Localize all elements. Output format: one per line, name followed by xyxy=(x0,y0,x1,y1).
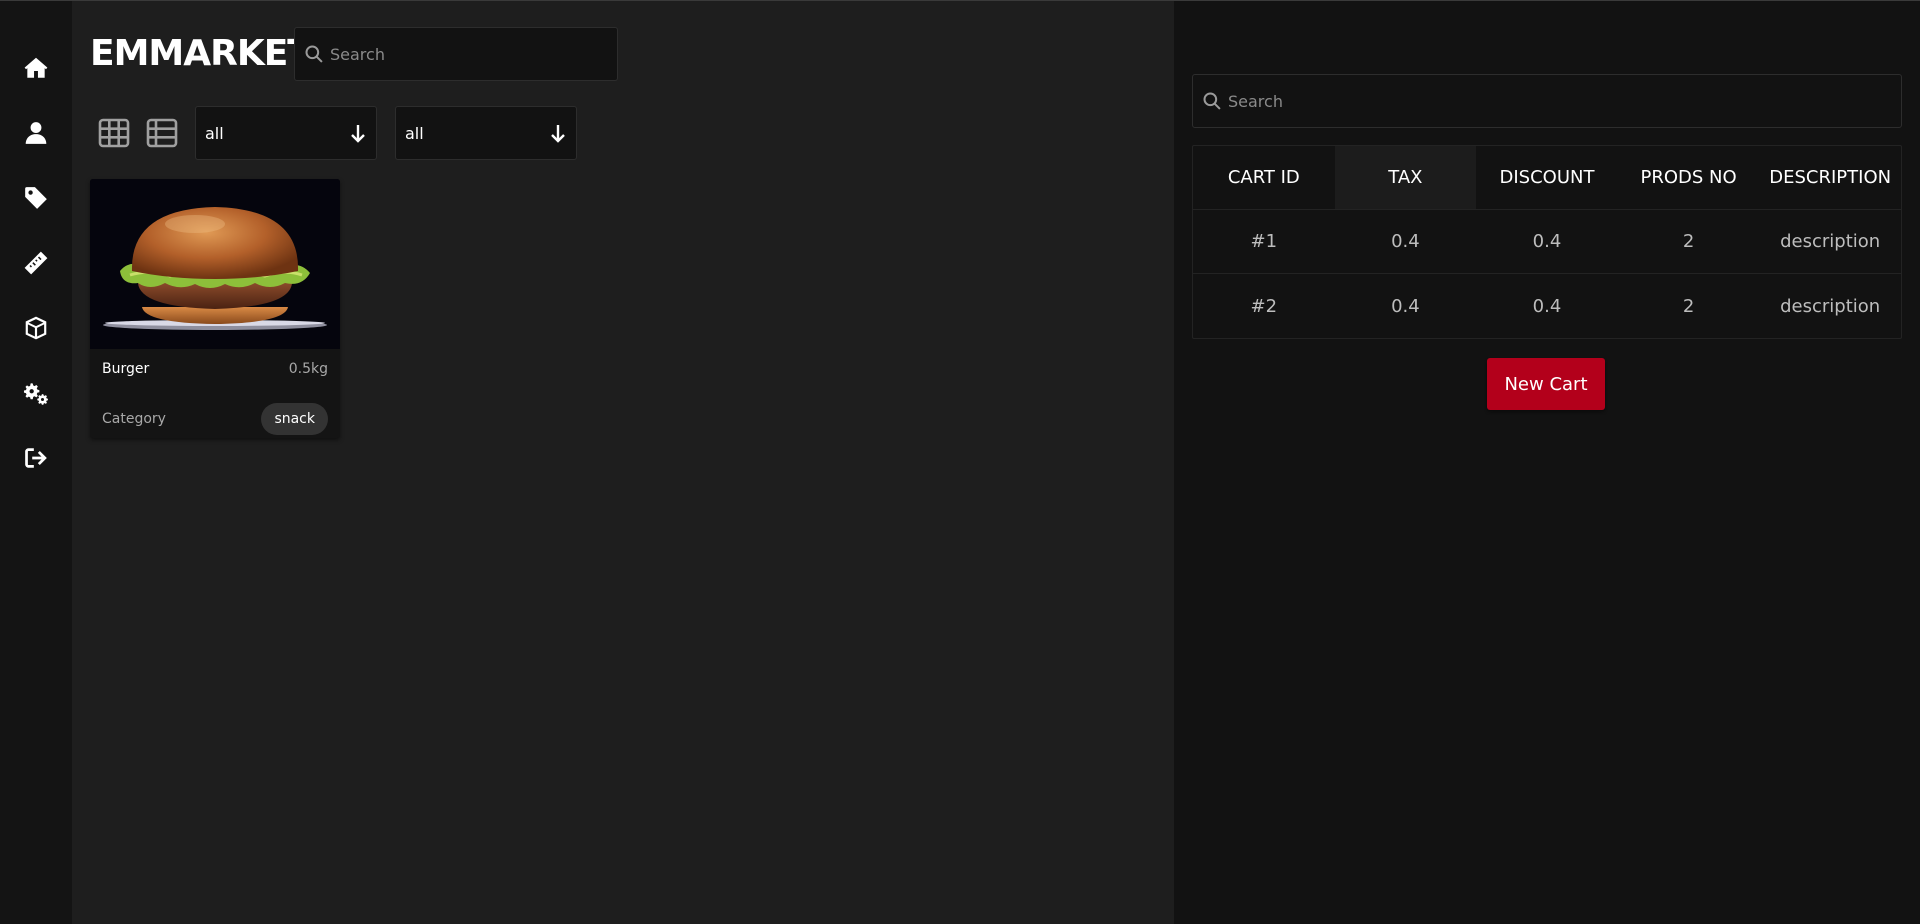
product-category-row: Category snack xyxy=(102,403,328,435)
sidebar xyxy=(0,1,72,924)
column-header-prods-no[interactable]: PRODS NO xyxy=(1618,146,1760,209)
filter-select-1-value: all xyxy=(205,123,224,143)
cell-prods-no: 2 xyxy=(1682,231,1695,252)
sidebar-item-logout[interactable] xyxy=(12,434,60,482)
gears-icon xyxy=(23,383,48,405)
sidebar-item-settings[interactable] xyxy=(12,369,60,417)
column-header-cart-id[interactable]: CART ID xyxy=(1193,146,1335,209)
product-weight: 0.5kg xyxy=(288,361,328,377)
box-icon xyxy=(25,316,47,340)
cell-tax: 0.4 xyxy=(1391,295,1420,317)
cell-tax: 0.4 xyxy=(1391,231,1420,252)
product-card[interactable]: Burger 0.5kg Category snack xyxy=(90,179,340,438)
sidebar-item-user[interactable] xyxy=(12,109,60,157)
cart-search-input[interactable] xyxy=(1228,75,1901,127)
product-name: Burger xyxy=(102,361,150,377)
cell-prods-no: 2 xyxy=(1682,295,1695,317)
ruler-icon xyxy=(24,251,48,275)
category-label: Category xyxy=(102,411,166,427)
user-icon xyxy=(25,122,47,144)
cell-cart-id: #2 xyxy=(1250,295,1278,317)
list-view-button[interactable] xyxy=(144,117,180,149)
cell-cart-id: #1 xyxy=(1250,231,1278,252)
list-view-icon xyxy=(146,118,178,148)
catalog-panel: EMMARKET all all xyxy=(72,1,1174,924)
catalog-search xyxy=(294,27,618,81)
search-icon xyxy=(304,44,324,64)
cell-description: description xyxy=(1780,295,1881,317)
sidebar-item-measure[interactable] xyxy=(12,239,60,287)
grid-view-button[interactable] xyxy=(96,117,132,149)
filter-select-2-value: all xyxy=(405,123,424,143)
cell-discount: 0.4 xyxy=(1532,295,1562,317)
brand-logo: EMMARKET xyxy=(90,33,312,74)
product-info-row: Burger 0.5kg xyxy=(102,361,328,377)
filter-select-1[interactable]: all xyxy=(195,106,377,160)
cart-table: CART ID TAX DISCOUNT PRODS NO DESCRIPTIO… xyxy=(1192,145,1902,339)
home-icon xyxy=(24,57,48,78)
cell-description: description xyxy=(1780,231,1881,252)
cart-search xyxy=(1192,74,1902,128)
grid-view-icon xyxy=(98,118,130,148)
table-row[interactable]: #1 0.4 0.4 2 description xyxy=(1193,210,1901,274)
tag-icon xyxy=(25,187,47,209)
sidebar-item-home[interactable] xyxy=(12,44,60,92)
filter-select-2[interactable]: all xyxy=(395,106,577,160)
column-header-description[interactable]: DESCRIPTION xyxy=(1759,146,1901,209)
product-image xyxy=(90,179,340,349)
arrow-down-icon xyxy=(551,125,565,143)
logout-icon xyxy=(25,448,47,468)
category-chip[interactable]: snack xyxy=(261,403,328,435)
column-header-discount[interactable]: DISCOUNT xyxy=(1476,146,1618,209)
catalog-search-input[interactable] xyxy=(330,28,617,80)
search-icon xyxy=(1202,91,1222,111)
new-cart-button[interactable]: New Cart xyxy=(1487,358,1605,410)
cart-panel: CART ID TAX DISCOUNT PRODS NO DESCRIPTIO… xyxy=(1174,1,1920,924)
cell-discount: 0.4 xyxy=(1532,231,1562,252)
arrow-down-icon xyxy=(351,125,365,143)
table-row[interactable]: #2 0.4 0.4 2 description xyxy=(1193,274,1901,338)
sidebar-item-products[interactable] xyxy=(12,304,60,352)
table-header: CART ID TAX DISCOUNT PRODS NO DESCRIPTIO… xyxy=(1193,146,1901,210)
sidebar-item-tags[interactable] xyxy=(12,174,60,222)
column-header-tax[interactable]: TAX xyxy=(1334,146,1477,209)
